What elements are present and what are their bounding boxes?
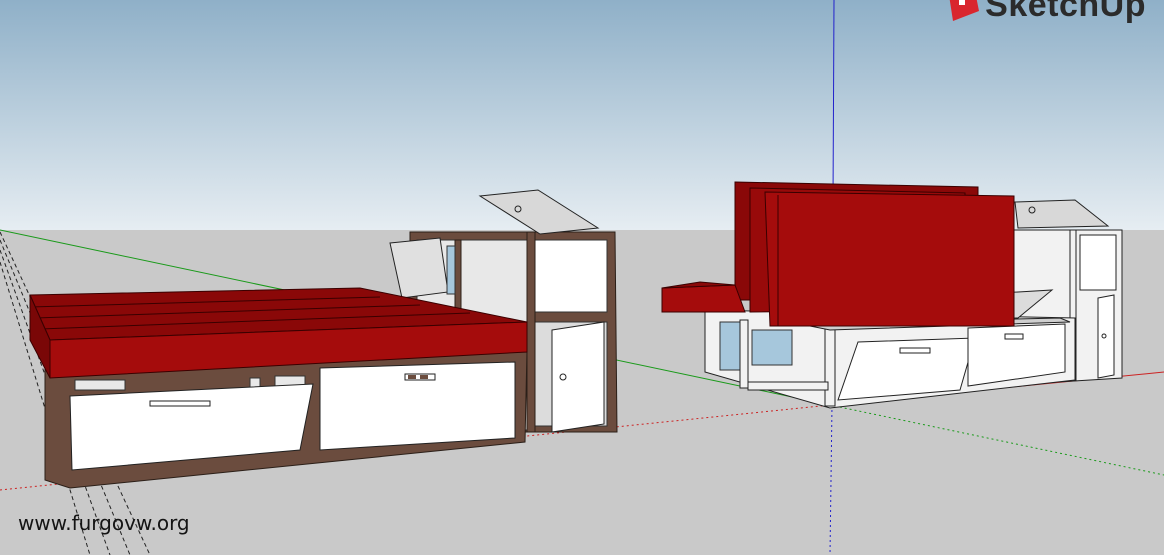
backrest-cushion-front bbox=[764, 191, 1015, 327]
seat-cushion-left bbox=[661, 284, 746, 313]
model-scene[interactable] bbox=[0, 0, 1164, 555]
sketchup-logo: SketchUp bbox=[945, 0, 1146, 25]
sketchup-logo-icon bbox=[950, 0, 980, 21]
sketchup-logo-text: SketchUp bbox=[985, 0, 1146, 24]
open-drawer-right-model bbox=[837, 337, 976, 401]
watermark-text: www.furgovw.org bbox=[18, 511, 190, 535]
sketchup-viewport[interactable]: SketchUp www.furgovw.org bbox=[0, 0, 1164, 555]
